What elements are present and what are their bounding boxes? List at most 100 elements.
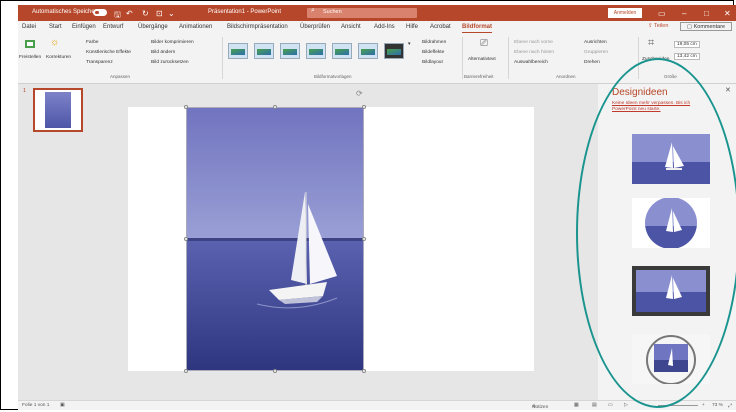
ribbon-tabs: Datei Start Einfügen Entwurf Übergänge A…: [18, 21, 736, 33]
notes-label: Notizen: [532, 405, 549, 410]
picture-style-thumb[interactable]: [384, 43, 404, 59]
resize-handle[interactable]: [184, 105, 188, 109]
freistellen-button[interactable]: Freistellen: [19, 55, 41, 60]
korrekturen-button[interactable]: Korrekturen: [46, 55, 71, 60]
corrections-icon[interactable]: ☼: [50, 37, 62, 48]
gruppieren-button[interactable]: Gruppieren: [584, 50, 608, 55]
ribbon-separator: [462, 37, 463, 79]
close-icon[interactable]: ✕: [724, 9, 731, 18]
resize-handle[interactable]: [273, 369, 277, 373]
start-from-beginning-icon[interactable]: ⊡: [156, 9, 163, 18]
bild-aendern-button[interactable]: Bild ändern: [151, 50, 175, 55]
customize-qat-icon[interactable]: ⌄: [168, 9, 175, 18]
tab-datei[interactable]: Datei: [22, 24, 36, 30]
slide-thumbnail-pane: 1: [18, 84, 118, 400]
signin-button[interactable]: Anmelden: [608, 8, 642, 18]
resize-handle[interactable]: [273, 105, 277, 109]
picture-style-thumb[interactable]: [358, 43, 378, 59]
bild-zuruecksetzen-button[interactable]: Bild zurücksetzen: [151, 60, 189, 65]
tab-ueberpruefen[interactable]: Überprüfen: [300, 24, 330, 30]
ribbon-separator: [508, 37, 509, 79]
redo-icon[interactable]: ↻: [142, 9, 149, 18]
resize-handle[interactable]: [184, 237, 188, 241]
auswahlbereich-button[interactable]: Auswahlbereich: [514, 60, 548, 65]
bildlayout-button[interactable]: Bildlayout: [422, 60, 443, 65]
alternativtext-button[interactable]: Alternativtext: [468, 57, 496, 62]
farbe-button[interactable]: Farbe: [86, 40, 99, 45]
ebene-nach-hinten-button[interactable]: Ebene nach hinten: [514, 50, 554, 55]
sailboat-image: [187, 108, 363, 370]
slide-thumbnail-photo: [45, 92, 71, 128]
width-field[interactable]: 13,42 cm: [674, 53, 700, 60]
resize-handle[interactable]: [362, 237, 366, 241]
slide-sorter-icon[interactable]: ▤: [592, 403, 597, 408]
bildrahmen-button[interactable]: Bildrahmen: [422, 40, 446, 45]
autosave-label: Automatisches Speichern: [32, 9, 101, 15]
slide-number: 1: [23, 88, 27, 94]
tab-start[interactable]: Start: [49, 24, 62, 30]
picture-style-thumb[interactable]: [332, 43, 352, 59]
crop-icon[interactable]: ⌗: [648, 37, 660, 49]
reading-view-icon[interactable]: ▭: [608, 403, 613, 408]
alt-text-icon[interactable]: ⎚: [480, 38, 492, 49]
ebene-nach-vorne-button[interactable]: Ebene nach vorne: [514, 40, 553, 45]
resize-handle[interactable]: [362, 369, 366, 373]
zoom-in-icon[interactable]: +: [702, 403, 705, 408]
share-button[interactable]: ⇪ Teilen: [648, 23, 668, 29]
kuenstlerische-effekte-button[interactable]: Künstlerische Effekte: [86, 50, 131, 55]
barrierefreiheit-group-label: Barrierefreiheit: [464, 74, 494, 79]
ausrichten-button[interactable]: Ausrichten: [584, 40, 607, 45]
comments-button[interactable]: ▢ Kommentare: [680, 22, 732, 31]
picture-style-thumb[interactable]: [254, 43, 274, 59]
bildformatvorlagen-group-label: Bildformatvorlagen: [314, 74, 352, 79]
ribbon-separator: [222, 37, 223, 79]
autosave-toggle[interactable]: [93, 9, 107, 16]
slide-info: Folie 1 von 1: [22, 403, 50, 408]
transparenz-button[interactable]: Transparenz: [86, 60, 113, 65]
minimize-icon[interactable]: –: [682, 9, 686, 18]
zoom-level[interactable]: 73 %: [712, 403, 723, 408]
tab-acrobat[interactable]: Acrobat: [430, 24, 451, 30]
undo-icon[interactable]: ↶: [126, 9, 133, 18]
slideshow-icon[interactable]: ▷: [624, 403, 628, 408]
tab-addins[interactable]: Add-Ins: [374, 24, 395, 30]
comments-label: Kommentare: [693, 24, 726, 30]
slide-thumbnail[interactable]: [33, 88, 83, 132]
rotate-handle-icon[interactable]: ⟳: [356, 89, 363, 98]
sailboat-photo[interactable]: [186, 107, 364, 371]
resize-handle[interactable]: [184, 369, 188, 373]
highlight-ellipse: [576, 58, 736, 408]
tab-animationen[interactable]: Animationen: [179, 24, 212, 30]
comments-icon: ▢: [686, 24, 694, 30]
resize-handle[interactable]: [362, 105, 366, 109]
gallery-more-icon[interactable]: ▾: [408, 42, 410, 47]
picture-style-thumb[interactable]: [280, 43, 300, 59]
close-pane-icon[interactable]: ✕: [725, 86, 731, 94]
bilder-komprimieren-button[interactable]: Bilder komprimieren: [151, 40, 194, 45]
tab-einfuegen[interactable]: Einfügen: [72, 24, 96, 30]
tab-ansicht[interactable]: Ansicht: [341, 24, 361, 30]
drehen-button[interactable]: Drehen: [584, 60, 600, 65]
tab-hilfe[interactable]: Hilfe: [406, 24, 418, 30]
spelling-icon[interactable]: ▣: [60, 403, 65, 408]
ribbon-display-icon[interactable]: ▭: [658, 9, 666, 18]
picture-style-thumb[interactable]: [306, 43, 326, 59]
search-placeholder: Suchen: [323, 9, 342, 15]
fit-to-window-icon[interactable]: ⤢: [728, 403, 732, 409]
anpassen-group-label: Anpassen: [110, 74, 131, 79]
search-box[interactable]: ⌕ Suchen: [307, 7, 417, 18]
bildeffekte-button[interactable]: Bildeffekte: [422, 50, 444, 55]
anordnen-group-label: Anordnen: [556, 74, 576, 79]
normal-view-icon[interactable]: ▦: [574, 403, 579, 408]
picture-style-thumb[interactable]: [228, 43, 248, 59]
tab-uebergaenge[interactable]: Übergänge: [138, 24, 168, 30]
status-bar: Folie 1 von 1 ▣ ≜ Notizen ▦ ▤ ▭ ▷ – + 73…: [18, 400, 736, 410]
tab-bildschirmpraesentation[interactable]: Bildschirmpräsentation: [227, 24, 288, 30]
tab-entwurf[interactable]: Entwurf: [103, 24, 123, 30]
search-icon: ⌕: [311, 7, 315, 14]
height-field[interactable]: 19,05 cm: [674, 41, 700, 48]
maximize-icon[interactable]: □: [704, 9, 709, 18]
remove-background-icon[interactable]: [24, 39, 36, 49]
tab-bildformat[interactable]: Bildformat: [462, 24, 492, 33]
document-title: Präsentation1 - PowerPoint: [208, 9, 282, 15]
